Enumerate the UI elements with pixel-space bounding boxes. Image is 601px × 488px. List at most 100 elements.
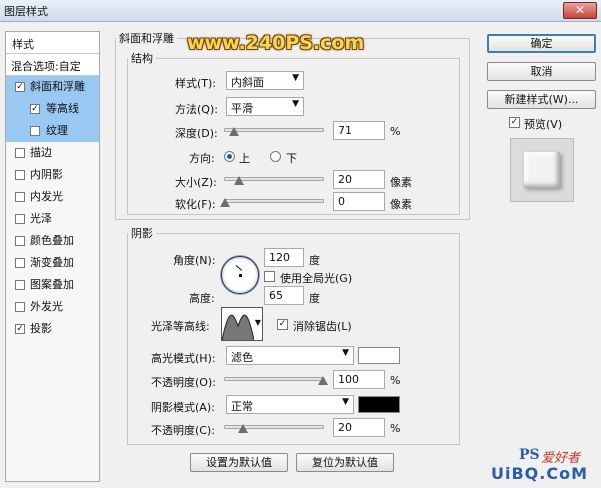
- technique-select[interactable]: 平滑 ▼: [226, 97, 304, 116]
- checkmark-icon: ✓: [16, 324, 24, 334]
- depth-input[interactable]: 71: [333, 121, 385, 140]
- slider-thumb[interactable]: [229, 127, 239, 136]
- preview-label: 预览(V): [524, 118, 563, 131]
- slider-thumb[interactable]: [234, 176, 244, 185]
- highlight-color-swatch[interactable]: [358, 347, 400, 364]
- size-slider[interactable]: [224, 173, 324, 187]
- style-item-checkbox[interactable]: [15, 192, 25, 202]
- style-item-checkbox[interactable]: ✓: [30, 104, 40, 114]
- window-title: 图层样式: [4, 5, 48, 18]
- checkmark-icon: ✓: [278, 319, 287, 329]
- direction-label: 方向:: [189, 152, 215, 165]
- cancel-button[interactable]: 取消: [487, 62, 596, 81]
- angle-dial[interactable]: [221, 256, 259, 294]
- style-item[interactable]: ✓ 等高线: [6, 98, 99, 120]
- chevron-down-icon: ▼: [292, 73, 299, 83]
- shadow-color-swatch[interactable]: [358, 396, 400, 413]
- style-item[interactable]: 内发光: [6, 186, 99, 208]
- direction-up-radio[interactable]: [224, 151, 235, 162]
- soften-input[interactable]: 0: [333, 192, 385, 211]
- style-item[interactable]: 纹理: [6, 120, 99, 142]
- chevron-down-icon: ▼: [254, 318, 261, 327]
- logo-ps-text: PS: [519, 447, 540, 463]
- style-item[interactable]: ✓ 投影: [6, 318, 99, 340]
- close-icon: ✕: [574, 3, 586, 17]
- style-item-label: 图案叠加: [30, 278, 74, 291]
- angle-label: 角度(N):: [173, 254, 216, 267]
- shadow-opacity-input[interactable]: 20: [333, 418, 385, 437]
- logo-uibq-text: UiBQ.CoM: [491, 464, 589, 483]
- soften-label: 软化(F):: [175, 198, 216, 211]
- style-item[interactable]: ✓ 斜面和浮雕: [6, 76, 99, 98]
- style-item[interactable]: 描边: [6, 142, 99, 164]
- slider-thumb[interactable]: [238, 424, 248, 433]
- style-item[interactable]: 颜色叠加: [6, 230, 99, 252]
- ok-button[interactable]: 确定: [487, 34, 596, 53]
- style-item-checkbox[interactable]: ✓: [15, 82, 25, 92]
- preview-checkbox[interactable]: ✓: [509, 117, 520, 128]
- style-item-label: 等高线: [46, 102, 79, 115]
- style-item-label: 内发光: [30, 190, 63, 203]
- highlight-mode-select[interactable]: 滤色 ▼: [226, 346, 354, 365]
- style-label: 样式(T):: [175, 77, 217, 90]
- gloss-contour-picker[interactable]: ▼: [221, 307, 263, 341]
- altitude-label: 高度:: [189, 292, 215, 305]
- style-item-label: 光泽: [30, 212, 52, 225]
- angle-input[interactable]: 120: [264, 248, 304, 267]
- angle-dial-needle: [235, 264, 243, 271]
- global-light-checkbox[interactable]: [264, 271, 275, 282]
- style-item-checkbox[interactable]: [15, 302, 25, 312]
- shadow-mode-value: 正常: [231, 400, 253, 413]
- highlight-opacity-slider[interactable]: [224, 373, 328, 387]
- style-item-checkbox[interactable]: [15, 170, 25, 180]
- depth-label: 深度(D):: [175, 127, 218, 140]
- style-item-label: 颜色叠加: [30, 234, 74, 247]
- style-item-checkbox[interactable]: ✓: [15, 324, 25, 334]
- make-default-button[interactable]: 设置为默认值: [190, 453, 288, 472]
- technique-label: 方法(Q):: [175, 103, 218, 116]
- altitude-input[interactable]: 65: [264, 286, 304, 305]
- size-unit: 像素: [390, 176, 412, 189]
- title-bar: 图层样式 ✕: [0, 0, 601, 22]
- slider-thumb[interactable]: [318, 376, 328, 385]
- shadow-mode-label: 阴影模式(A):: [151, 401, 215, 414]
- direction-down-radio[interactable]: [270, 151, 281, 162]
- highlight-opacity-input[interactable]: 100: [333, 370, 385, 389]
- shadow-opacity-unit: %: [390, 422, 401, 435]
- close-button[interactable]: ✕: [563, 2, 597, 19]
- style-item[interactable]: 内阴影: [6, 164, 99, 186]
- size-input[interactable]: 20: [333, 170, 385, 189]
- style-item[interactable]: 光泽: [6, 208, 99, 230]
- style-item[interactable]: 图案叠加: [6, 274, 99, 296]
- structure-title: 结构: [131, 52, 153, 65]
- shadow-mode-select[interactable]: 正常 ▼: [226, 395, 354, 414]
- new-style-button[interactable]: 新建样式(W)...: [487, 90, 596, 109]
- blending-options-item[interactable]: 混合选项:自定: [6, 54, 99, 76]
- style-item[interactable]: 渐变叠加: [6, 252, 99, 274]
- style-item-checkbox[interactable]: [15, 280, 25, 290]
- style-item-checkbox[interactable]: [15, 236, 25, 246]
- direction-up-label: 上: [239, 152, 250, 165]
- highlight-mode-value: 滤色: [231, 351, 253, 364]
- slider-track: [224, 199, 324, 203]
- style-item-label: 描边: [30, 146, 52, 159]
- antialias-checkbox[interactable]: ✓: [277, 319, 288, 330]
- depth-slider[interactable]: [224, 124, 324, 138]
- style-item-label: 外发光: [30, 300, 63, 313]
- shading-title: 阴影: [131, 227, 153, 240]
- styles-header[interactable]: 样式: [6, 32, 99, 54]
- reset-default-button[interactable]: 复位为默认值: [296, 453, 394, 472]
- style-item[interactable]: 外发光: [6, 296, 99, 318]
- soften-slider[interactable]: [220, 195, 324, 209]
- shadow-opacity-slider[interactable]: [224, 421, 324, 435]
- style-item-checkbox[interactable]: [30, 126, 40, 136]
- style-item-checkbox[interactable]: [15, 258, 25, 268]
- slider-track: [224, 377, 324, 381]
- highlight-opacity-unit: %: [390, 374, 401, 387]
- antialias-label: 消除锯齿(L): [293, 320, 352, 333]
- slider-thumb[interactable]: [220, 198, 230, 207]
- style-item-checkbox[interactable]: [15, 148, 25, 158]
- style-item-checkbox[interactable]: [15, 214, 25, 224]
- checkmark-icon: ✓: [510, 117, 519, 127]
- bevel-style-select[interactable]: 内斜面 ▼: [226, 71, 304, 90]
